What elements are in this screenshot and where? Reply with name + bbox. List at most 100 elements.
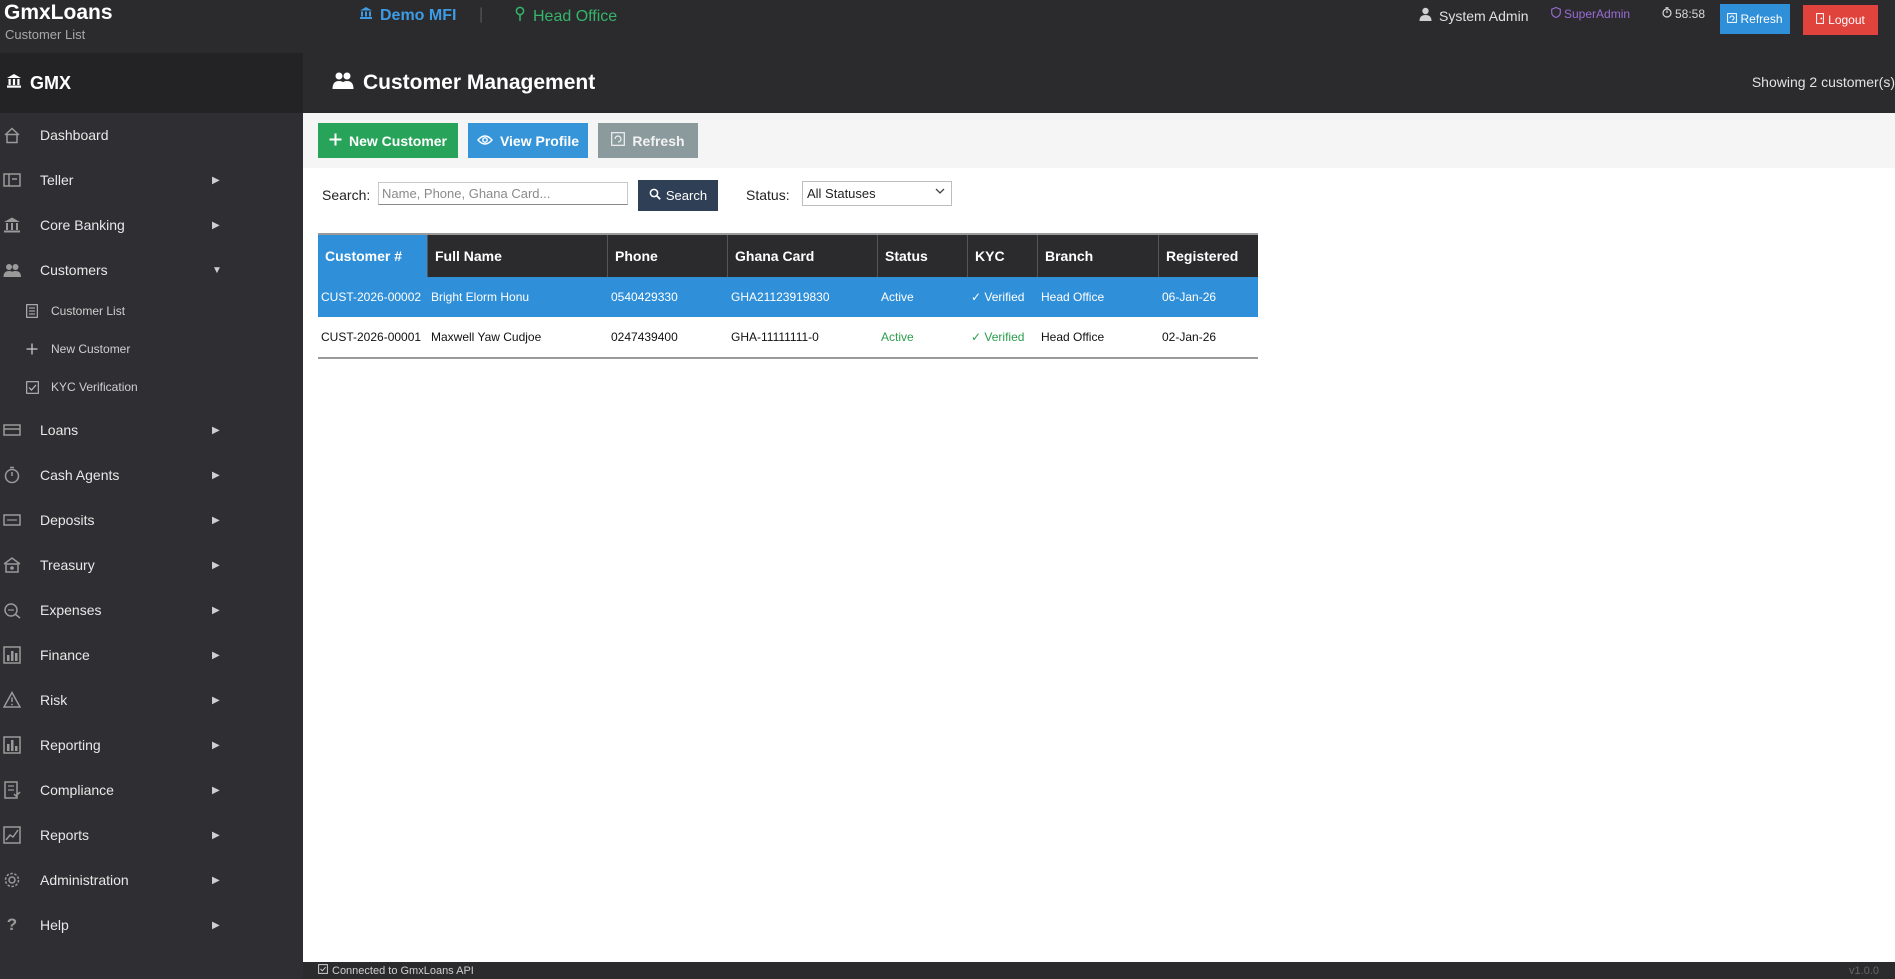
check-icon [318, 964, 328, 977]
sidebar-brand: GMX [0, 53, 303, 113]
users-icon [332, 71, 354, 95]
expand-arrow-icon: ▶ [212, 649, 220, 661]
user-info: System Admin [1419, 7, 1528, 24]
branch-name: Head Office [514, 6, 617, 27]
column-header-kyc[interactable]: KYC [968, 235, 1038, 277]
toolbar: New Customer View Profile Refresh [303, 113, 1895, 168]
sidebar-item-label: Deposits [40, 512, 95, 528]
sidebar-item-customers[interactable]: Customers ▼ [0, 255, 303, 285]
sidebar-item-administration[interactable]: Administration ▶ [0, 865, 303, 895]
column-header-status[interactable]: Status [878, 235, 968, 277]
page-title: Customer Management [332, 71, 595, 95]
bar-chart-icon [2, 735, 22, 755]
table-row[interactable]: CUST-2026-00002 Bright Elorm Honu 054042… [318, 277, 1258, 317]
search-button[interactable]: Search [638, 180, 718, 211]
chart-icon [2, 645, 22, 665]
status-bar: Connected to GmxLoans API v1.0.0 [303, 962, 1895, 979]
separator: | [479, 6, 484, 23]
help-icon: ? [6, 915, 18, 934]
status-filter-value: All Statuses [807, 186, 876, 201]
sidebar-item-deposits[interactable]: Deposits ▶ [0, 505, 303, 535]
brand-label: GMX [30, 72, 72, 93]
sidebar-subitem-customer-list[interactable]: Customer List [0, 298, 303, 324]
top-refresh-label: Refresh [1740, 12, 1783, 26]
sidebar-item-label: Treasury [40, 557, 95, 573]
sidebar-subitem-label: Customer List [51, 304, 126, 318]
new-customer-label: New Customer [348, 132, 448, 149]
column-header-phone[interactable]: Phone [608, 235, 728, 277]
sidebar-item-loans[interactable]: Loans ▶ [0, 415, 303, 445]
column-header-branch[interactable]: Branch [1038, 235, 1159, 277]
sidebar-item-expenses[interactable]: Expenses ▶ [0, 595, 303, 625]
sidebar-item-label: Help [40, 917, 69, 933]
cell-full-name: Maxwell Yaw Cudjoe [431, 330, 542, 344]
refresh-button[interactable]: Refresh [598, 123, 698, 158]
sidebar-item-finance[interactable]: Finance ▶ [0, 640, 303, 670]
plus-icon [329, 133, 342, 149]
sidebar-subitem-new-customer[interactable]: New Customer [0, 336, 303, 362]
cell-phone: 0247439400 [611, 330, 678, 344]
sidebar-item-core-banking[interactable]: Core Banking ▶ [0, 210, 303, 240]
result-count: Showing 2 customer(s) [1751, 74, 1895, 90]
cell-customer-number: CUST-2026-00001 [321, 330, 422, 344]
sidebar-item-treasury[interactable]: Treasury ▶ [0, 550, 303, 580]
new-customer-button[interactable]: New Customer [318, 123, 458, 158]
cell-kyc: ✓ Verified [971, 290, 1025, 304]
expand-arrow-icon: ▶ [212, 784, 220, 796]
plus-icon [24, 341, 40, 357]
check-icon [24, 379, 40, 395]
sidebar-item-compliance[interactable]: Compliance ▶ [0, 775, 303, 805]
table-row[interactable]: CUST-2026-00001 Maxwell Yaw Cudjoe 02474… [318, 317, 1258, 357]
column-header-ghana-card[interactable]: Ghana Card [728, 235, 878, 277]
sidebar-item-label: Dashboard [40, 127, 109, 143]
expand-arrow-icon: ▶ [212, 219, 220, 231]
cell-branch: Head Office [1041, 290, 1105, 304]
teller-icon [2, 170, 22, 190]
expand-arrow-icon: ▶ [212, 919, 220, 931]
card-icon [2, 420, 22, 440]
chevron-down-icon [935, 186, 945, 199]
sidebar-item-teller[interactable]: Teller ▶ [0, 165, 303, 195]
search-input[interactable] [378, 182, 628, 205]
column-header-full-name[interactable]: Full Name [428, 235, 608, 277]
sidebar-item-label: Core Banking [40, 217, 125, 233]
top-bar: GmxLoans Customer List Demo MFI | Head O… [0, 0, 1895, 53]
main-header: Customer Management Showing 2 customer(s… [303, 53, 1895, 113]
cell-status: Active [881, 330, 914, 344]
sidebar-item-label: Risk [40, 692, 68, 708]
column-header-customer-number[interactable]: Customer # [318, 235, 428, 277]
compliance-icon [2, 780, 22, 800]
role-label: SuperAdmin [1564, 7, 1631, 21]
role-badge: SuperAdmin [1551, 6, 1631, 21]
location-pin-icon [514, 6, 526, 27]
expand-arrow-icon: ▶ [212, 514, 220, 526]
expand-arrow-icon: ▶ [212, 694, 220, 706]
expand-arrow-icon: ▶ [212, 874, 220, 886]
logout-icon [1816, 13, 1825, 27]
sidebar-item-reports[interactable]: Reports ▶ [0, 820, 303, 850]
branch-label: Head Office [533, 7, 618, 25]
sidebar-item-reporting[interactable]: Reporting ▶ [0, 730, 303, 760]
collapse-arrow-icon: ▼ [212, 264, 222, 276]
org-name: Demo MFI [359, 6, 456, 25]
sidebar-subitem-kyc-verification[interactable]: KYC Verification [0, 374, 303, 400]
cell-phone: 0540429330 [611, 290, 678, 304]
sidebar-item-dashboard[interactable]: Dashboard [0, 120, 303, 150]
top-refresh-button[interactable]: Refresh [1720, 4, 1790, 34]
cell-ghana-card: GHA21123919830 [731, 290, 830, 304]
sidebar-item-cash-agents[interactable]: Cash Agents ▶ [0, 460, 303, 490]
list-icon [24, 303, 40, 319]
treasury-icon [2, 555, 22, 575]
column-header-registered[interactable]: Registered [1159, 235, 1258, 277]
view-profile-button[interactable]: View Profile [468, 123, 588, 158]
org-label: Demo MFI [380, 6, 457, 24]
status-filter-select[interactable]: All Statuses [802, 181, 952, 206]
expand-arrow-icon: ▶ [212, 604, 220, 616]
logout-button[interactable]: Logout [1803, 5, 1878, 35]
view-profile-label: View Profile [499, 132, 580, 149]
sidebar-item-risk[interactable]: Risk ▶ [0, 685, 303, 715]
sidebar-subitem-label: KYC Verification [51, 380, 138, 394]
sidebar-item-help[interactable]: ? Help ▶ [0, 910, 303, 940]
logout-label: Logout [1828, 13, 1865, 27]
table-header: Customer # Full Name Phone Ghana Card St… [318, 235, 1258, 277]
